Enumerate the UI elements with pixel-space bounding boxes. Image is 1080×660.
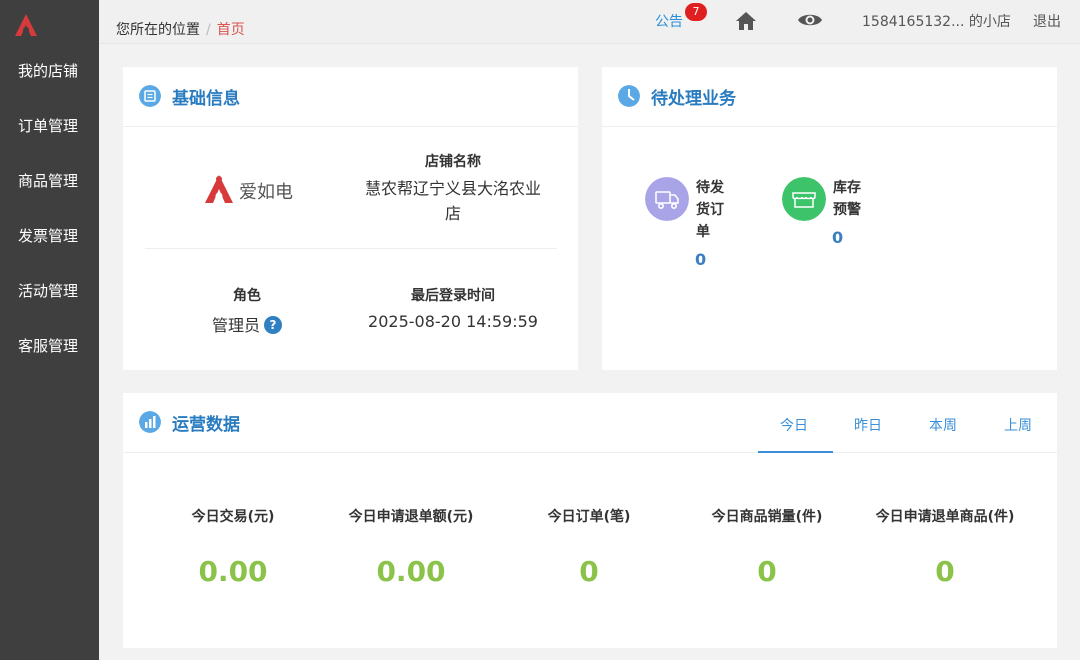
stat-value-today-trade: 0.00 [198, 555, 268, 588]
pending-shipment-count[interactable]: 0 [695, 250, 706, 269]
tab-yesterday[interactable]: 昨日 [854, 415, 882, 435]
tab-last-week[interactable]: 上周 [1004, 415, 1032, 435]
brand-name: 爱如电 [239, 182, 293, 203]
basic-info-card: 基础信息 爱如电 店铺名称 慧农帮辽宁义县大洺农业店 角色 管理员? 最后登录时… [123, 67, 578, 370]
breadcrumb: 您所在的位置 / 首页 [116, 19, 245, 39]
tab-today[interactable]: 今日 [780, 415, 808, 435]
truck-icon[interactable] [645, 177, 689, 221]
pending-shipment-label[interactable]: 待发货订单 [696, 177, 726, 243]
announcement-count-badge: 7 [685, 3, 707, 21]
top-bar: 您所在的位置 / 首页 公告 7 1584165132... 的小店 退出 [99, 0, 1080, 44]
role-label: 角色 [233, 288, 261, 304]
stat-label-refund-items: 今日申请退单商品(件) [875, 509, 1015, 525]
active-tab-indicator [758, 451, 833, 453]
sidebar-item-my-store[interactable]: 我的店铺 [0, 44, 99, 99]
logout-link[interactable]: 退出 [1033, 11, 1061, 31]
home-icon[interactable] [735, 11, 757, 31]
operations-card: 运营数据 今日 昨日 本周 上周 今日交易(元) 0.00 今日申请退单额(元)… [123, 393, 1057, 648]
eye-icon[interactable] [797, 11, 823, 29]
announcement-link[interactable]: 公告 [655, 11, 683, 31]
breadcrumb-separator: / [206, 22, 211, 38]
info-divider [145, 248, 557, 249]
stat-label-today-trade: 今日交易(元) [191, 509, 275, 525]
sidebar-item-customer-service[interactable]: 客服管理 [0, 319, 99, 374]
stat-label-orders: 今日订单(笔) [547, 509, 631, 525]
sidebar-item-promotions[interactable]: 活动管理 [0, 264, 99, 319]
breadcrumb-current[interactable]: 首页 [217, 22, 245, 38]
sidebar-item-products[interactable]: 商品管理 [0, 154, 99, 209]
last-login-value: 2025-08-20 14:59:59 [368, 312, 538, 331]
stat-label-sales-volume: 今日商品销量(件) [711, 509, 823, 525]
sidebar: 我的店铺 订单管理 商品管理 发票管理 活动管理 客服管理 [0, 0, 99, 660]
clock-icon [618, 85, 640, 107]
sidebar-item-orders[interactable]: 订单管理 [0, 99, 99, 154]
app-logo-icon[interactable] [13, 12, 39, 38]
info-card-icon [139, 85, 161, 107]
brand-logo-icon [205, 175, 233, 203]
stat-value-orders: 0 [579, 555, 599, 588]
role-value: 管理员 [211, 316, 260, 335]
last-login-label: 最后登录时间 [411, 288, 495, 304]
sidebar-item-invoices[interactable]: 发票管理 [0, 209, 99, 264]
pending-tasks-card: 待处理业务 待发货订单 0 库存预警 0 [602, 67, 1057, 370]
store-name-value: 慧农帮辽宁义县大洺农业店 [364, 179, 541, 223]
sidebar-nav: 我的店铺 订单管理 商品管理 发票管理 活动管理 客服管理 [0, 44, 99, 374]
stat-label-refund-amount: 今日申请退单额(元) [348, 509, 474, 525]
user-store-menu[interactable]: 1584165132... 的小店 [862, 11, 1011, 31]
pending-tasks-header: 待处理业务 [602, 67, 1057, 127]
basic-info-header: 基础信息 [123, 67, 578, 127]
store-name-label: 店铺名称 [425, 154, 481, 170]
store-icon[interactable] [782, 177, 826, 221]
bar-chart-icon [139, 411, 161, 433]
breadcrumb-prefix: 您所在的位置 [116, 22, 200, 38]
role-value-wrap: 管理员? [177, 312, 317, 336]
stat-value-sales-volume: 0 [757, 555, 777, 588]
tab-this-week[interactable]: 本周 [929, 415, 957, 435]
operations-header: 运营数据 今日 昨日 本周 上周 [123, 393, 1057, 453]
stat-value-refund-amount: 0.00 [376, 555, 446, 588]
stat-value-refund-items: 0 [935, 555, 955, 588]
stock-warning-count[interactable]: 0 [832, 228, 843, 247]
stock-warning-label[interactable]: 库存预警 [833, 177, 863, 221]
operations-title: 运营数据 [172, 415, 240, 435]
help-icon[interactable]: ? [264, 316, 282, 334]
pending-tasks-title: 待处理业务 [651, 89, 736, 109]
basic-info-title: 基础信息 [172, 89, 240, 109]
